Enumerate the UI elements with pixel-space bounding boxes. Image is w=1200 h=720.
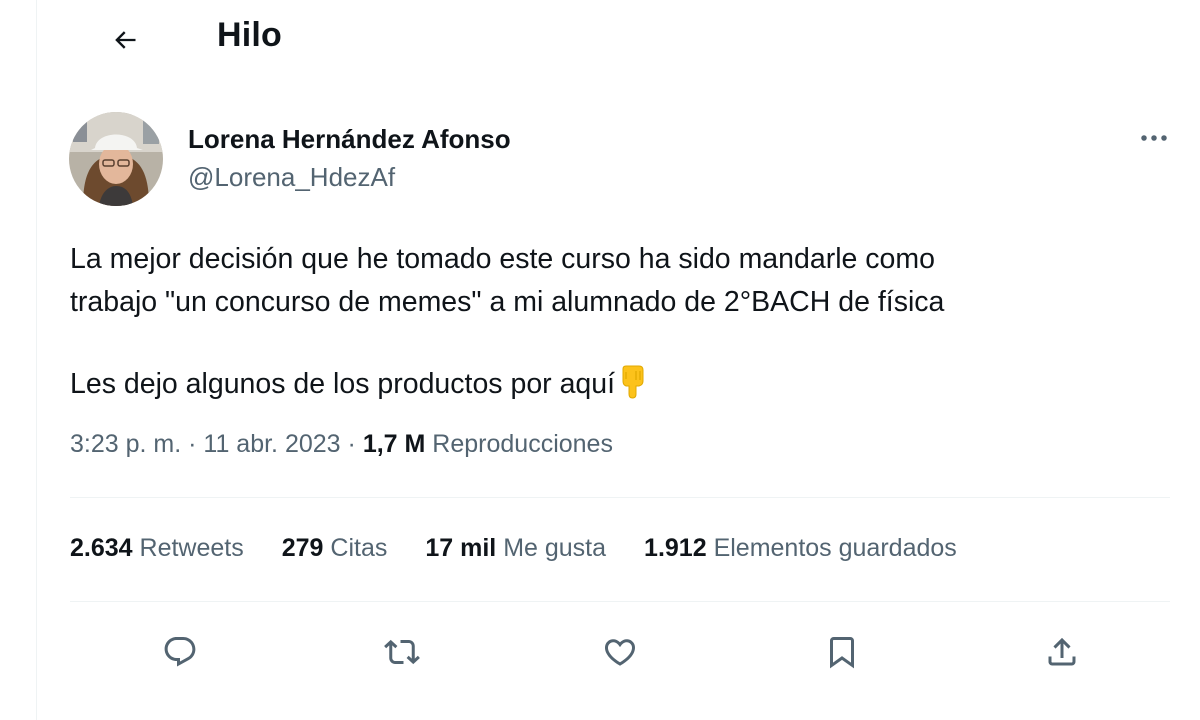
action-bar [0, 628, 1200, 676]
tweet-text-line: La mejor decisión que he tomado este cur… [70, 243, 935, 275]
tweet-time[interactable]: 3:23 p. m. [70, 430, 181, 458]
retweet-button[interactable] [378, 628, 426, 676]
tweet-text: La mejor decisión que he tomado este cur… [70, 238, 1170, 406]
views-count: 1,7 M [362, 430, 426, 458]
engagement-stats: 2.634 Retweets 279 Citas 17 mil Me gusta… [70, 534, 995, 563]
page-title: Hilo [217, 16, 283, 54]
separator: · [188, 430, 197, 458]
reply-icon [164, 637, 196, 667]
views-label: Reproducciones [432, 430, 613, 458]
like-icon [604, 639, 636, 666]
bookmark-icon [830, 637, 854, 669]
avatar[interactable] [69, 112, 163, 206]
bookmark-button[interactable] [818, 628, 866, 676]
tweet-metadata: 3:23 p. m. · 11 abr. 2023 · 1,7 M Reprod… [70, 430, 613, 459]
share-icon [1048, 637, 1076, 666]
divider [70, 601, 1170, 602]
reply-button[interactable] [156, 628, 204, 676]
likes-stat[interactable]: 17 mil Me gusta [425, 534, 606, 563]
backhand-index-pointing-down-icon [617, 365, 647, 399]
author-handle[interactable]: @Lorena_HdezAf [188, 162, 395, 193]
separator: · [347, 430, 356, 458]
arrow-left-icon [115, 31, 136, 49]
tweet-text-line: Les dejo algunos de los productos por aq… [70, 363, 1170, 406]
ellipsis-icon [1141, 135, 1167, 141]
thread-header: Hilo [37, 0, 1200, 78]
like-button[interactable] [596, 628, 644, 676]
retweet-icon [384, 639, 420, 665]
quotes-stat[interactable]: 279 Citas [282, 534, 388, 563]
tweet-date[interactable]: 11 abr. 2023 [203, 430, 340, 458]
retweets-stat[interactable]: 2.634 Retweets [70, 534, 244, 563]
column-border [36, 0, 37, 720]
tweet-text-line: trabajo "un concurso de memes" a mi alum… [70, 286, 945, 318]
author-display-name[interactable]: Lorena Hernández Afonso [188, 124, 511, 155]
divider [70, 497, 1170, 498]
bookmarks-stat[interactable]: 1.912 Elementos guardados [644, 534, 957, 563]
back-button[interactable] [105, 20, 145, 60]
share-button[interactable] [1038, 628, 1086, 676]
more-options-button[interactable] [1136, 124, 1172, 152]
